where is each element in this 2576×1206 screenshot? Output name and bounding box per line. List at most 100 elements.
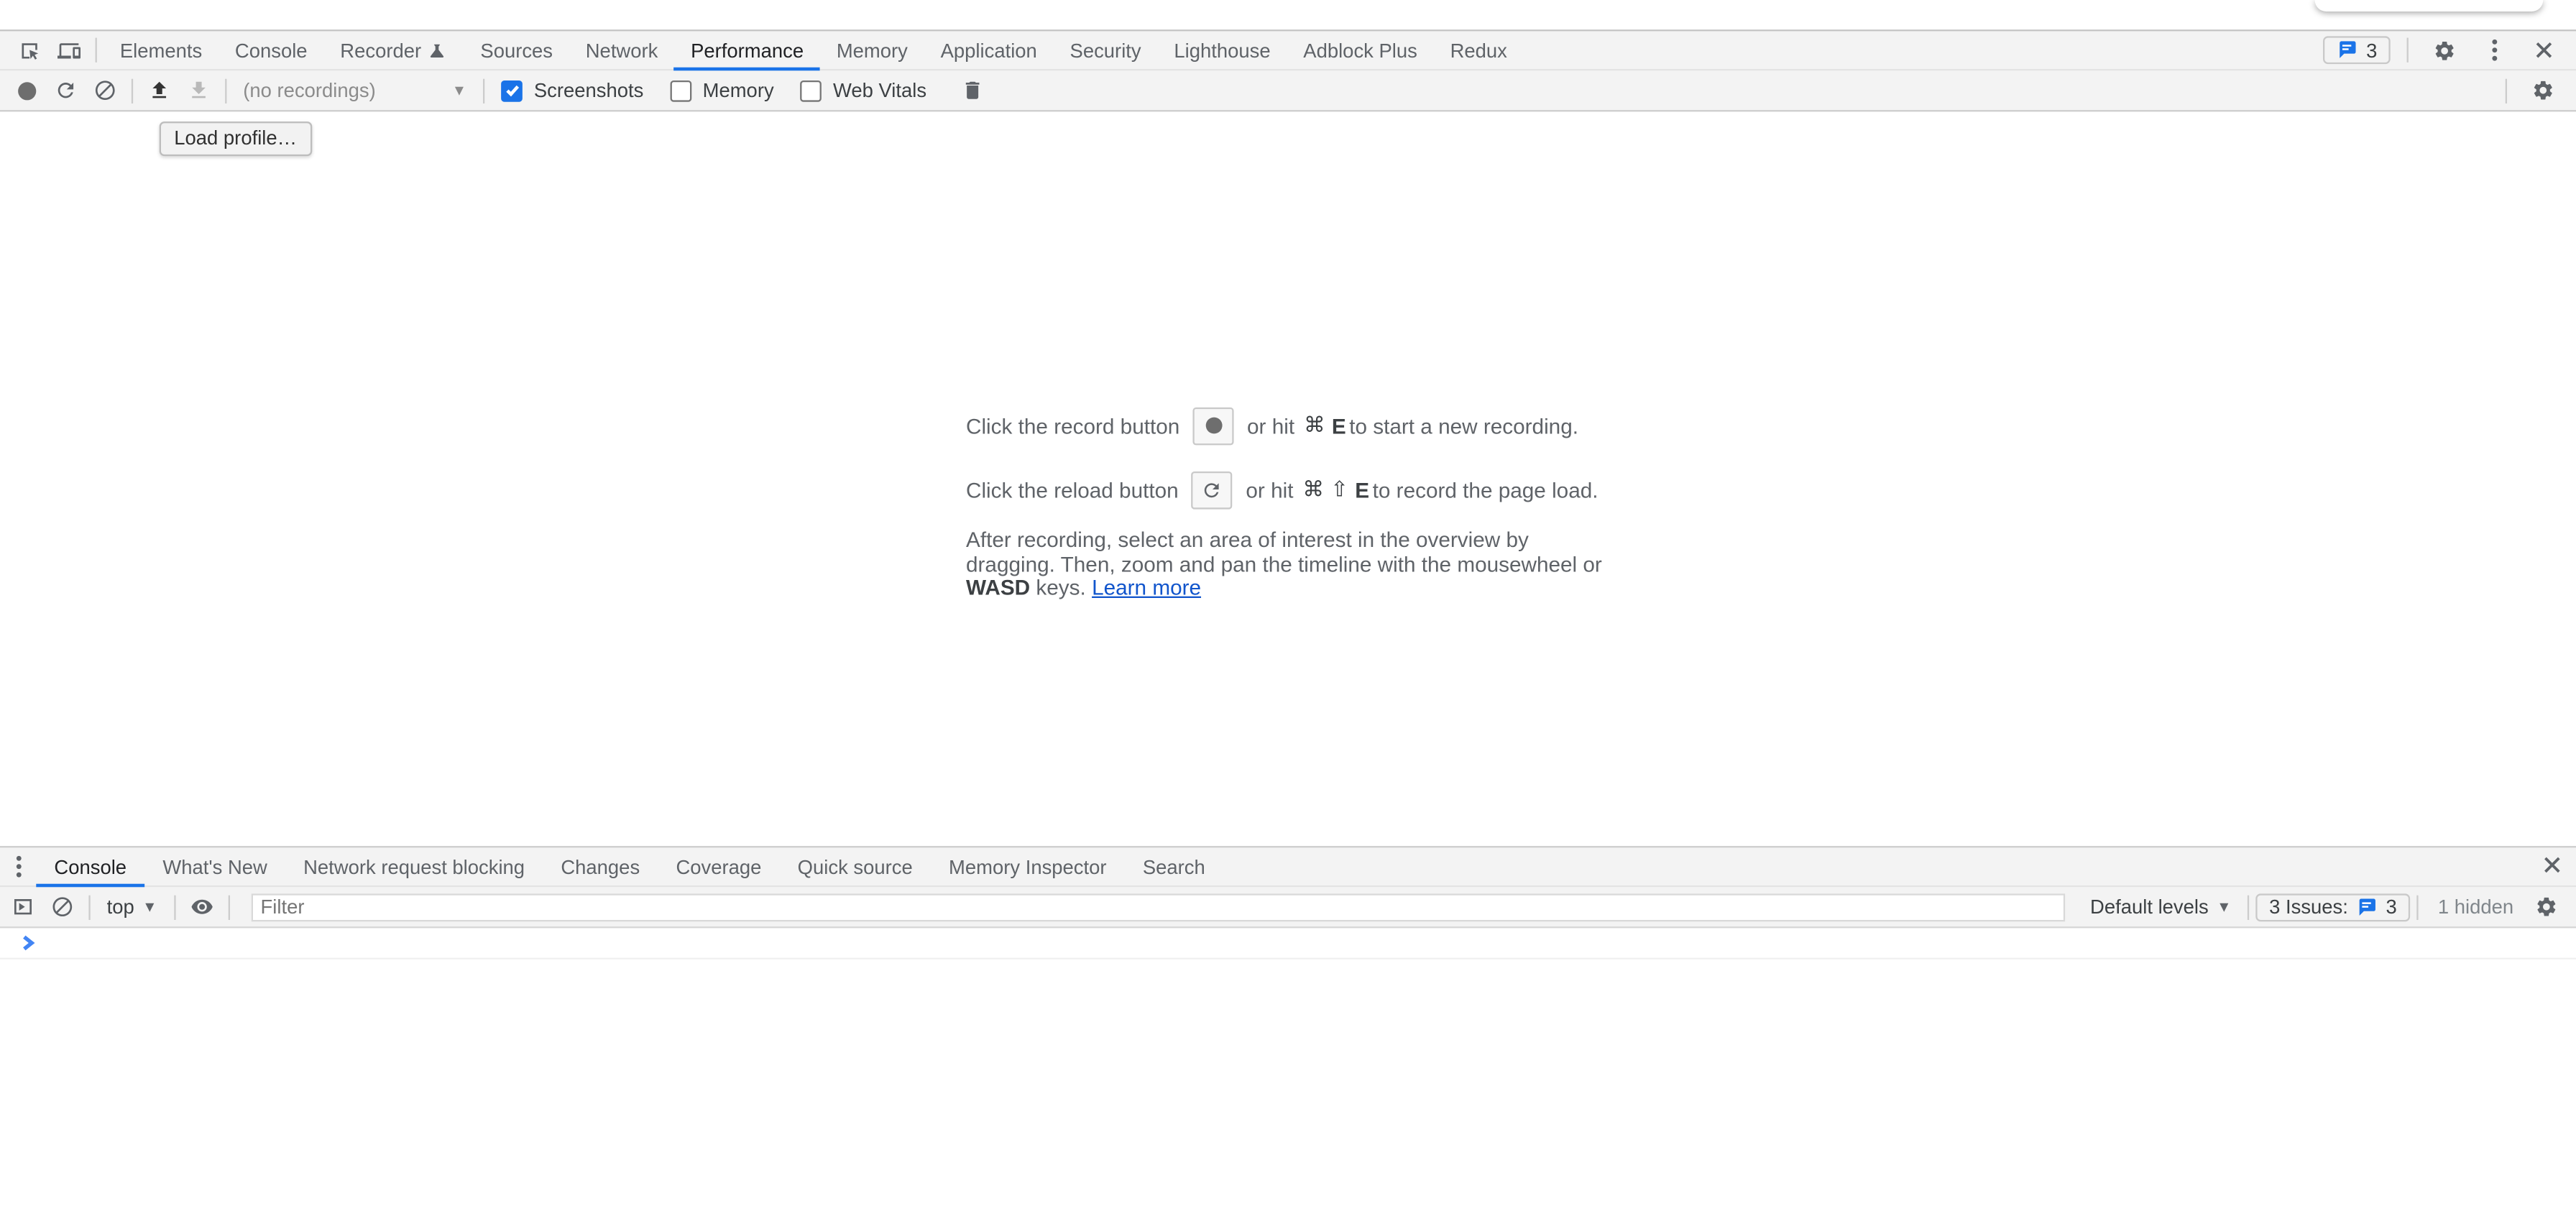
tab-redux[interactable]: Redux: [1434, 30, 1524, 70]
close-icon: [2543, 855, 2561, 873]
performance-panel-content: Click the record button or hit ⌘ E to st…: [0, 111, 2576, 844]
prompt-chevron-icon: [22, 935, 37, 952]
kebab-icon: [2480, 40, 2507, 61]
drawer-tab-network-request-blocking[interactable]: Network request blocking: [285, 847, 543, 886]
separator: [483, 78, 484, 103]
chevron-down-icon: ▼: [142, 898, 157, 915]
tab-adblock-plus[interactable]: Adblock Plus: [1287, 30, 1433, 70]
drawer-tabbar: Console What's New Network request block…: [0, 847, 2576, 887]
chevron-down-icon: ▼: [452, 82, 466, 98]
tab-performance[interactable]: Performance: [674, 30, 820, 70]
issues-counter-button[interactable]: 3: [2324, 36, 2391, 64]
console-sidebar-toggle-button[interactable]: [4, 889, 43, 925]
page-background-strip: [0, 0, 2576, 31]
record-button[interactable]: [6, 73, 46, 109]
drawer-more-tools-button[interactable]: [0, 856, 36, 878]
drawer: Console What's New Network request block…: [0, 846, 2576, 1206]
checkbox-checked-icon: [501, 80, 523, 101]
performance-toolbar: (no recordings) ▼ Screenshots Memory Web…: [0, 70, 2576, 111]
console-settings-button[interactable]: [2526, 889, 2566, 925]
reload-button-illustration: [1192, 471, 1233, 509]
drawer-tab-changes[interactable]: Changes: [543, 847, 658, 886]
tab-network[interactable]: Network: [569, 30, 674, 70]
separator: [96, 38, 97, 63]
inspect-element-button[interactable]: [10, 32, 50, 68]
console-prompt[interactable]: [0, 928, 2576, 959]
drawer-tab-console[interactable]: Console: [36, 847, 144, 886]
drawer-tab-whats-new[interactable]: What's New: [144, 847, 285, 886]
flask-icon: [428, 40, 447, 60]
screenshots-checkbox[interactable]: Screenshots: [501, 79, 643, 102]
console-toolbar: top ▼ Default levels ▼ 3 Issues: 3 1 hid…: [0, 887, 2576, 928]
record-instruction-line: Click the record button or hit ⌘ E to st…: [966, 406, 1610, 446]
tab-application[interactable]: Application: [924, 30, 1054, 70]
separator: [2416, 895, 2418, 919]
hidden-messages-label: 1 hidden: [2425, 896, 2527, 919]
separator: [173, 895, 175, 919]
usage-hint: After recording, select an area of inter…: [966, 529, 1610, 600]
log-levels-select[interactable]: Default levels ▼: [2080, 896, 2241, 919]
tab-sources[interactable]: Sources: [464, 30, 569, 70]
drawer-tab-memory-inspector[interactable]: Memory Inspector: [931, 847, 1125, 886]
memory-checkbox[interactable]: Memory: [670, 79, 774, 102]
separator: [88, 895, 90, 919]
tab-lighthouse[interactable]: Lighthouse: [1158, 30, 1287, 70]
learn-more-link[interactable]: Learn more: [1092, 575, 1201, 599]
device-toolbar-button[interactable]: [50, 32, 89, 68]
settings-gear-button[interactable]: [2425, 32, 2465, 68]
drawer-tab-quick-source[interactable]: Quick source: [780, 847, 931, 886]
separator: [2248, 895, 2249, 919]
recordings-select[interactable]: (no recordings) ▼: [243, 79, 466, 102]
empty-state: Click the record button or hit ⌘ E to st…: [966, 111, 1610, 600]
issues-bubble-icon: [2356, 896, 2378, 918]
garbage-collect-button[interactable]: [953, 73, 993, 109]
console-issues-button[interactable]: 3 Issues: 3: [2256, 893, 2410, 921]
chevron-down-icon: ▼: [2217, 898, 2231, 915]
e-key: E: [1332, 413, 1346, 438]
devtools-window: Elements Console Recorder Sources Networ…: [0, 0, 2576, 1206]
issues-count: 3: [2366, 39, 2377, 62]
cmd-key: ⌘: [1302, 477, 1324, 503]
separator: [2506, 78, 2507, 103]
tab-elements[interactable]: Elements: [104, 30, 218, 70]
drawer-close-button[interactable]: [2543, 852, 2576, 881]
console-messages-area[interactable]: [0, 928, 2576, 959]
clear-button[interactable]: [86, 73, 125, 109]
reload-and-record-button[interactable]: [46, 73, 86, 109]
save-profile-button[interactable]: [179, 73, 218, 109]
record-button-illustration: [1193, 407, 1234, 445]
tabbar-right-cluster: 3: [2324, 32, 2576, 68]
close-devtools-button[interactable]: [2524, 32, 2563, 68]
cmd-key: ⌘: [1304, 413, 1325, 439]
e-key: E: [1355, 477, 1369, 502]
separator: [2407, 38, 2409, 63]
tab-recorder[interactable]: Recorder: [323, 30, 464, 70]
separator: [132, 78, 133, 103]
issues-bubble-icon: [2337, 40, 2358, 61]
separator: [225, 78, 226, 103]
create-live-expression-button[interactable]: [182, 889, 221, 925]
more-options-button[interactable]: [2474, 32, 2513, 68]
javascript-context-select[interactable]: top ▼: [97, 896, 167, 919]
web-vitals-checkbox[interactable]: Web Vitals: [800, 79, 926, 102]
wasd-keys: WASD: [966, 575, 1030, 599]
shift-key: ⇧: [1330, 477, 1348, 503]
tab-security[interactable]: Security: [1054, 30, 1158, 70]
tab-console[interactable]: Console: [218, 30, 323, 70]
load-profile-tooltip: Load profile…: [160, 121, 312, 156]
checkbox-unchecked-icon: [800, 80, 822, 101]
load-profile-button[interactable]: [139, 73, 179, 109]
capture-settings-button[interactable]: [2524, 73, 2563, 109]
close-icon: [2534, 41, 2552, 59]
checkbox-unchecked-icon: [670, 80, 691, 101]
separator: [228, 895, 229, 919]
record-icon: [17, 81, 35, 99]
kebab-icon: [5, 856, 32, 878]
tab-memory[interactable]: Memory: [820, 30, 924, 70]
drawer-tab-search[interactable]: Search: [1125, 847, 1223, 886]
perf-toolbar-right: [2499, 73, 2576, 109]
clear-console-button[interactable]: [42, 889, 82, 925]
drawer-tab-coverage[interactable]: Coverage: [658, 847, 779, 886]
console-filter-input[interactable]: [251, 893, 2066, 921]
main-tabbar: Elements Console Recorder Sources Networ…: [0, 31, 2576, 70]
